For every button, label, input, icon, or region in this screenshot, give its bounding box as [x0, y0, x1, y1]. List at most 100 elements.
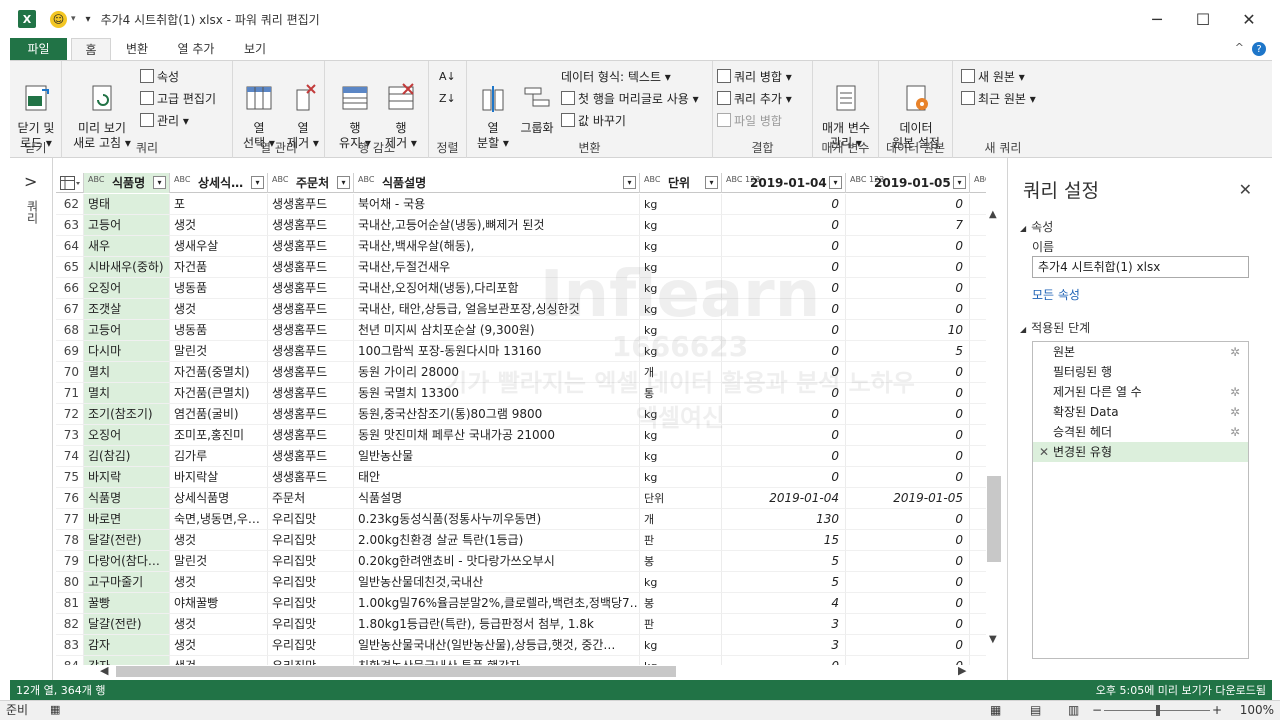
table-cell[interactable]: 태안	[354, 467, 640, 488]
table-row[interactable]: 71 멸치 자건품(큰멸치) 생생홈푸드 동원 국멸치 13300 통 0 0	[56, 383, 986, 404]
append-queries-button[interactable]: 쿼리 추가 ▾	[717, 89, 792, 109]
table-cell[interactable]: 0	[846, 278, 970, 299]
table-cell[interactable]: 고구마줄기	[84, 572, 170, 593]
table-cell[interactable]: 생것	[170, 215, 268, 236]
table-cell[interactable]: kg	[640, 446, 722, 467]
table-cell[interactable]: 0	[722, 299, 846, 320]
table-cell[interactable]	[970, 488, 986, 509]
table-cell[interactable]: 시바새우(중하)	[84, 257, 170, 278]
table-row[interactable]: 78 달걀(전란) 생것 우리집맛 2.00kg친환경 살균 특란(1등급) 판 15 0	[56, 530, 986, 551]
table-cell[interactable]: 우리집맛	[268, 635, 354, 656]
table-cell[interactable]: 5	[846, 341, 970, 362]
page-break-view-icon[interactable]: ▥	[1068, 701, 1079, 719]
table-cell[interactable]: 0	[846, 593, 970, 614]
table-cell[interactable]: 생생홈푸드	[268, 299, 354, 320]
use-first-row-headers-button[interactable]: 첫 행을 머리글로 사용 ▾	[561, 89, 699, 109]
column-type-icon[interactable]: ABC	[358, 176, 374, 184]
table-row[interactable]: 62 명태 포 생생홈푸드 북어채 - 국용 kg 0 0	[56, 194, 986, 215]
table-cell[interactable]: kg	[640, 278, 722, 299]
table-cell[interactable]: 김(참김)	[84, 446, 170, 467]
table-cell[interactable]	[970, 383, 986, 404]
table-row[interactable]: 67 조갯살 생것 생생홈푸드 국내산, 태안,상등급, 얼음보관포장,싱싱한것 kg 0 0	[56, 299, 986, 320]
table-row[interactable]: 77 바로면 숙면,냉동면,우… 우리집맛 0.23kg동성식품(정통사누끼우동면) 개 1…	[56, 509, 986, 530]
table-cell[interactable]: 15	[722, 530, 846, 551]
column-type-icon[interactable]: ABC 123	[850, 176, 884, 184]
table-cell[interactable]: 개	[640, 362, 722, 383]
zoom-out-icon[interactable]: −	[1092, 701, 1102, 719]
table-row[interactable]: 75 바지락 바지락살 생생홈푸드 태안 kg 0 0	[56, 467, 986, 488]
table-cell[interactable]: 우리집맛	[268, 572, 354, 593]
table-cell[interactable]: 고등어	[84, 215, 170, 236]
step-settings-gear-icon[interactable]: ✲	[1230, 382, 1240, 402]
table-cell[interactable]: 국내산,두절건새우	[354, 257, 640, 278]
table-cell[interactable]: 새우	[84, 236, 170, 257]
tab-add-column[interactable]: 열 추가	[168, 38, 224, 60]
zoom-in-icon[interactable]: +	[1212, 701, 1222, 719]
table-cell[interactable]: 멸치	[84, 362, 170, 383]
column-filter-icon[interactable]: ▾	[337, 176, 350, 189]
table-cell[interactable]	[970, 614, 986, 635]
table-cell[interactable]	[970, 635, 986, 656]
table-cell[interactable]: 생생홈푸드	[268, 467, 354, 488]
maximize-button[interactable]: ☐	[1180, 0, 1226, 38]
table-cell[interactable]: 개	[640, 509, 722, 530]
table-row[interactable]: 74 김(참김) 김가루 생생홈푸드 일반농산물 kg 0 0	[56, 446, 986, 467]
column-header[interactable]: ABC 상세식… ▾	[170, 173, 268, 193]
quick-access-customize-icon[interactable]: ▾	[86, 14, 91, 25]
table-menu-icon[interactable]	[56, 173, 84, 193]
query-name-input[interactable]: 추가4 시트취합(1) xlsx	[1032, 256, 1249, 278]
table-cell[interactable]	[970, 593, 986, 614]
table-row[interactable]: 80 고구마줄기 생것 우리집맛 일반농산물데친것,국내산 kg 5 0	[56, 572, 986, 593]
table-cell[interactable]: 판	[640, 530, 722, 551]
column-filter-icon[interactable]: ▾	[623, 176, 636, 189]
table-cell[interactable]: 식품명	[84, 488, 170, 509]
table-cell[interactable]: 130	[722, 509, 846, 530]
table-cell[interactable]: 3	[722, 614, 846, 635]
column-type-icon[interactable]: ABC	[88, 176, 104, 184]
table-cell[interactable]: kg	[640, 425, 722, 446]
table-cell[interactable]: 0	[846, 614, 970, 635]
table-cell[interactable]: 오징어	[84, 425, 170, 446]
table-cell[interactable]: 단위	[640, 488, 722, 509]
zoom-level[interactable]: 100%	[1240, 701, 1274, 719]
scroll-up-icon[interactable]: ▲	[989, 209, 997, 220]
table-cell[interactable]	[970, 509, 986, 530]
table-cell[interactable]: 국내산,백새우살(해동),	[354, 236, 640, 257]
table-cell[interactable]: 0	[722, 383, 846, 404]
table-cell[interactable]: 냉동품	[170, 278, 268, 299]
help-icon[interactable]: ?	[1252, 42, 1266, 56]
advanced-editor-button[interactable]: 고급 편집기	[140, 89, 216, 109]
column-filter-icon[interactable]: ▾	[705, 176, 718, 189]
table-cell[interactable]: 생생홈푸드	[268, 404, 354, 425]
table-cell[interactable]: kg	[640, 215, 722, 236]
table-cell[interactable]: 0.23kg동성식품(정통사누끼우동면)	[354, 509, 640, 530]
table-cell[interactable]: kg	[640, 320, 722, 341]
table-cell[interactable]: 조미포,홍진미	[170, 425, 268, 446]
table-cell[interactable]	[970, 404, 986, 425]
column-filter-icon[interactable]: ▾	[953, 176, 966, 189]
table-cell[interactable]: 우리집맛	[268, 509, 354, 530]
table-cell[interactable]: 0	[722, 320, 846, 341]
table-cell[interactable]: 생것	[170, 530, 268, 551]
table-cell[interactable]: 1.80kg1등급란(특란), 등급판정서 첨부, 1.8k	[354, 614, 640, 635]
table-cell[interactable]: 생생홈푸드	[268, 278, 354, 299]
table-cell[interactable]	[970, 215, 986, 236]
table-row[interactable]: 64 새우 생새우살 생생홈푸드 국내산,백새우살(해동), kg 0 0	[56, 236, 986, 257]
table-row[interactable]: 68 고등어 냉동품 생생홈푸드 천년 미지씨 삼치포순살 (9,300원) kg 0 10	[56, 320, 986, 341]
column-header[interactable]: ABC 단위 ▾	[640, 173, 722, 193]
table-row[interactable]: 76 식품명 상세식품명 주문처 식품설명 단위 2019-01-04 2019-01-05	[56, 488, 986, 509]
zoom-slider-thumb[interactable]	[1156, 705, 1160, 716]
column-type-icon[interactable]: ABC	[644, 176, 660, 184]
step-settings-gear-icon[interactable]: ✲	[1230, 402, 1240, 422]
table-cell[interactable]: 0	[846, 509, 970, 530]
table-row[interactable]: 72 조기(참조기) 염건품(굴비) 생생홈푸드 동원,중국산참조기(통)80그램 98…	[56, 404, 986, 425]
table-cell[interactable]	[970, 530, 986, 551]
table-cell[interactable]: 동원,중국산참조기(통)80그램 9800	[354, 404, 640, 425]
table-cell[interactable]: 달걀(전란)	[84, 614, 170, 635]
table-cell[interactable]: 김가루	[170, 446, 268, 467]
table-cell[interactable]: 국내산,오징어채(냉동),다리포함	[354, 278, 640, 299]
table-cell[interactable]: 봉	[640, 593, 722, 614]
table-cell[interactable]: 바지락살	[170, 467, 268, 488]
table-cell[interactable]: kg	[640, 404, 722, 425]
tab-file[interactable]: 파일	[10, 38, 67, 60]
